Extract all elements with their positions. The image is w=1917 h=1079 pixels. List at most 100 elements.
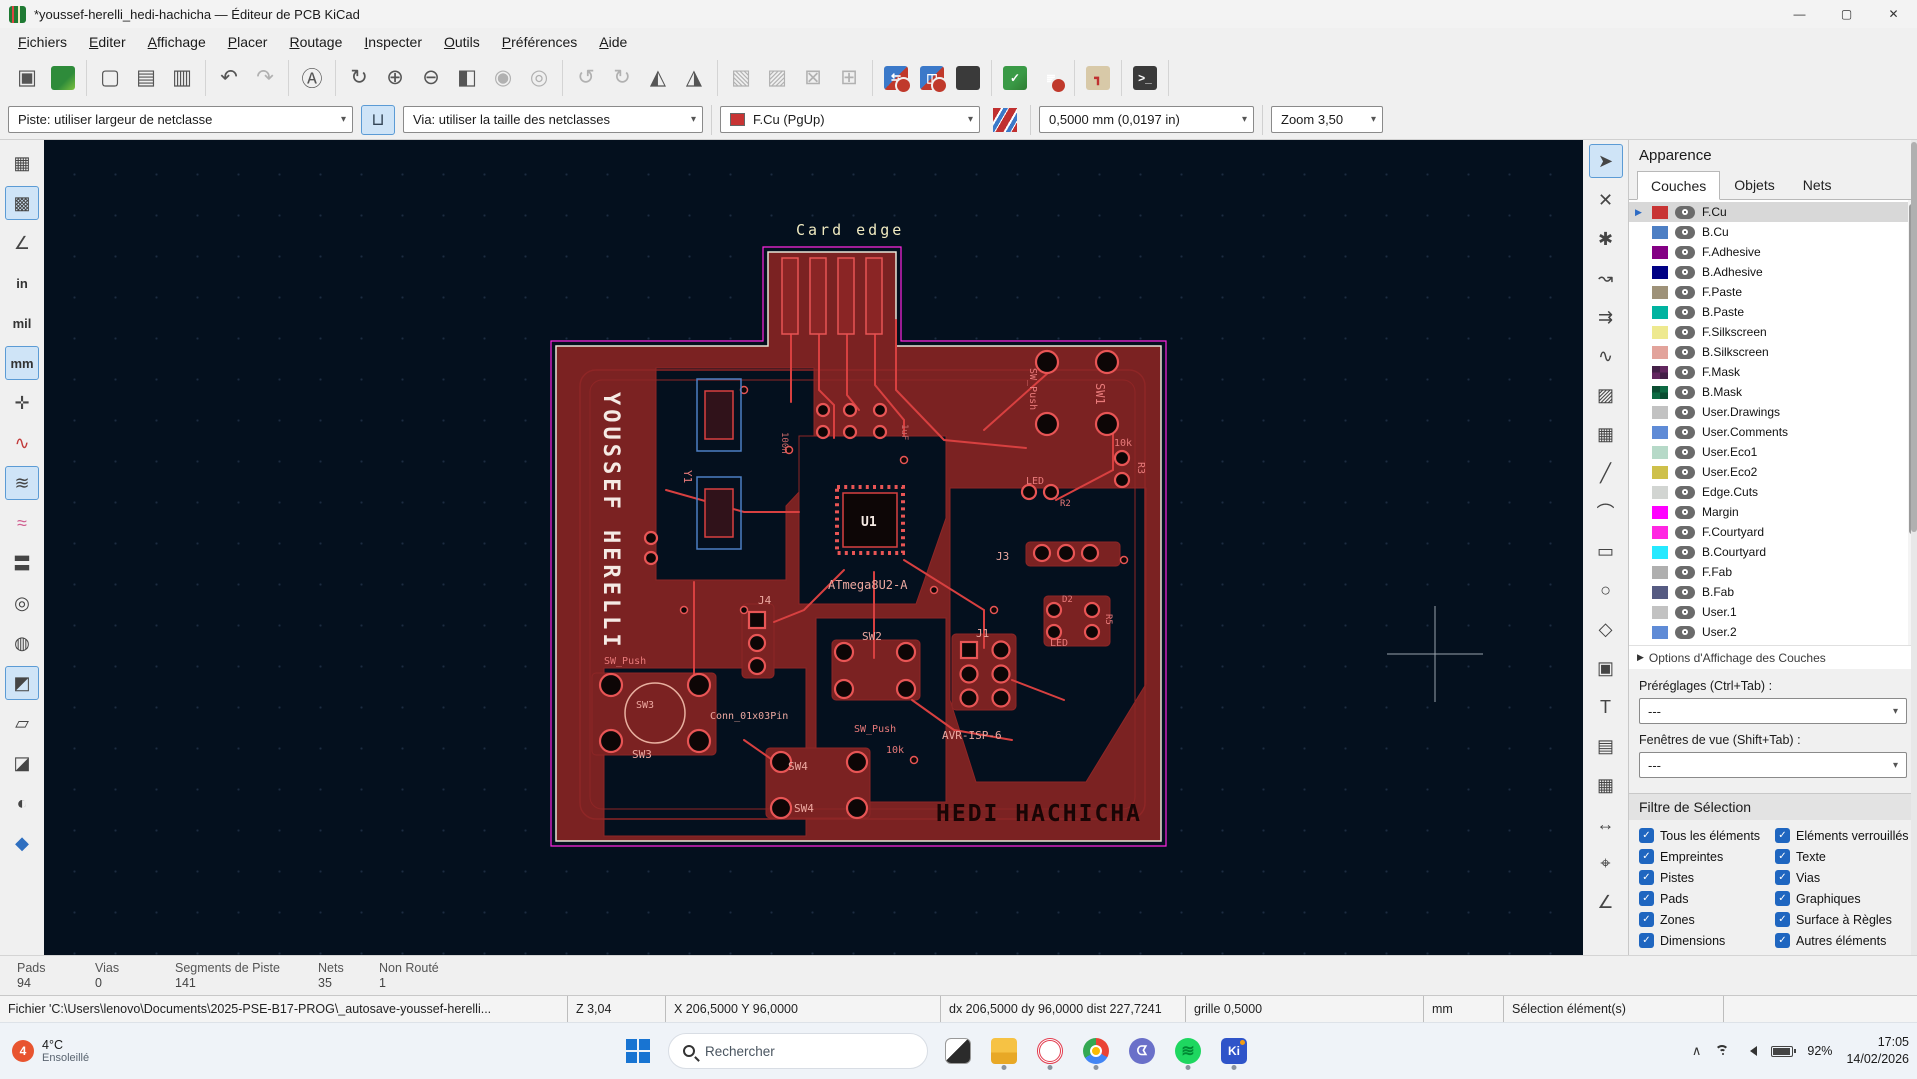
draw-arc-tool[interactable]: ⌒ [1589,495,1623,529]
grid-overrides[interactable]: ▩ [5,186,39,220]
search-input[interactable]: Rechercher [668,1033,928,1069]
flip-horizontal-button[interactable]: ◭ [640,60,676,96]
maximize-button[interactable]: ▢ [1823,0,1870,28]
grid-size-select[interactable]: 0,5000 mm (0,0197 in) ▾ [1039,106,1254,133]
layer-visibility-eye-icon[interactable] [1675,446,1695,459]
sketch-vias[interactable]: ◎ [5,586,39,620]
layer-row-margin[interactable]: ▶Margin [1629,502,1917,522]
taskbar-app-task-view[interactable] [938,1031,978,1071]
layer-color-swatch[interactable] [1652,386,1668,399]
filter-item[interactable]: ✓Vias [1775,870,1917,885]
draw-circle-tool[interactable]: ○ [1589,573,1623,607]
layer-color-swatch[interactable] [1652,526,1668,539]
filter-item[interactable]: ✓Dimensions [1639,933,1775,948]
presets-select[interactable]: --- ▾ [1639,698,1907,724]
layer-row-b.fab[interactable]: ▶B.Fab [1629,582,1917,602]
menu-routage[interactable]: Routage [279,31,352,53]
draw-polygon-tool[interactable]: ◇ [1589,612,1623,646]
draw-line-tool[interactable]: ╱ [1589,456,1623,490]
menu-fichiers[interactable]: Fichiers [8,31,77,53]
find-button[interactable]: Ⓐ [294,60,330,96]
close-button[interactable]: ✕ [1870,0,1917,28]
zone-display-filled[interactable]: ◩ [5,666,39,700]
rotate-cw-button[interactable]: ↻ [604,60,640,96]
layer-visibility-eye-icon[interactable] [1675,526,1695,539]
pcb-canvas[interactable]: Card edgeYOUSSEF HERELLIHEDI HACHICHAU1A… [44,140,1583,955]
layer-color-swatch[interactable] [1652,546,1668,559]
layer-color-swatch[interactable] [1652,206,1668,219]
add-zone-tool[interactable]: ▨ [1589,378,1623,412]
layer-color-swatch[interactable] [1652,606,1668,619]
layer-row-f.cu[interactable]: ▶F.Cu [1629,202,1917,222]
tray-chevron-icon[interactable]: ∧ [1692,1043,1702,1059]
unlock-button[interactable]: ⊞ [831,60,867,96]
select-tool[interactable]: ➤ [1589,144,1623,178]
checkbox-icon[interactable]: ✓ [1639,849,1654,864]
viewports-select[interactable]: --- ▾ [1639,752,1907,778]
layer-row-b.adhesive[interactable]: ▶B.Adhesive [1629,262,1917,282]
checkbox-icon[interactable]: ✓ [1639,870,1654,885]
layer-color-swatch[interactable] [1652,486,1668,499]
checkbox-icon[interactable]: ✓ [1639,828,1654,843]
layer-visibility-eye-icon[interactable] [1675,486,1695,499]
battery-icon[interactable] [1771,1046,1793,1057]
units-mils[interactable]: mil [5,306,39,340]
drc-button[interactable]: ✓ [997,60,1033,96]
crosshair-style[interactable]: ✛ [5,386,39,420]
layer-color-swatch[interactable] [1652,286,1668,299]
layer-row-user.1[interactable]: ▶User.1 [1629,602,1917,622]
layer-visibility-eye-icon[interactable] [1675,426,1695,439]
menu-outils[interactable]: Outils [434,31,490,53]
layer-row-f.mask[interactable]: ▶F.Mask [1629,362,1917,382]
layer-row-f.adhesive[interactable]: ▶F.Adhesive [1629,242,1917,262]
grid-origin-tool[interactable]: ⌖ [1589,846,1623,880]
layer-color-swatch[interactable] [1652,246,1668,259]
flip-board-view[interactable]: ◆ [5,826,39,860]
active-layer-select[interactable]: F.Cu (PgUp) ▾ [720,106,980,133]
taskbar-app-spotify[interactable] [1168,1031,1208,1071]
filter-item[interactable]: ✓Autres éléments [1775,933,1917,948]
windows-start-button[interactable] [618,1031,658,1071]
units-mm[interactable]: mm [5,346,39,380]
layer-visibility-eye-icon[interactable] [1675,246,1695,259]
layer-color-swatch[interactable] [1652,626,1668,639]
wifi-icon[interactable] [1715,1045,1731,1058]
inactive-layer-dim[interactable]: ◐ [5,786,39,820]
via-size-select[interactable]: Via: utiliser la taille des netclasses ▾ [403,106,703,133]
taskbar-app-opera[interactable] [1030,1031,1070,1071]
menu-inspecter[interactable]: Inspecter [354,31,432,53]
layer-color-swatch[interactable] [1652,426,1668,439]
auto-track-width-button[interactable]: ⊔ [361,105,395,135]
layer-row-b.silkscreen[interactable]: ▶B.Silkscreen [1629,342,1917,362]
checkbox-icon[interactable]: ✓ [1639,891,1654,906]
sketch-pads[interactable]: ◍ [5,626,39,660]
net-highlight[interactable]: ≈ [5,506,39,540]
add-table-tool[interactable]: ▦ [1589,768,1623,802]
taskbar-app-file-explorer[interactable] [984,1031,1024,1071]
print-button[interactable]: ▤ [128,60,164,96]
filter-item[interactable]: ✓Eléments verrouillés [1775,828,1917,843]
zoom-fit-page-button[interactable]: ◧ [449,60,485,96]
filter-item[interactable]: ✓Zones [1639,912,1775,927]
layer-row-user.eco2[interactable]: ▶User.Eco2 [1629,462,1917,482]
layer-color-swatch[interactable] [1652,326,1668,339]
sketch-tracks[interactable]: 〓 [5,546,39,580]
volume-icon[interactable] [1745,1046,1757,1056]
checkbox-icon[interactable]: ✓ [1775,870,1790,885]
toggle-grid[interactable]: ▦ [5,146,39,180]
zone-display-outline[interactable]: ▱ [5,706,39,740]
add-dimension-tool[interactable]: ↔ [1589,807,1623,841]
layer-row-edge.cuts[interactable]: ▶Edge.Cuts [1629,482,1917,502]
menu-affichage[interactable]: Affichage [138,31,216,53]
draw-rectangle-tool[interactable]: ▭ [1589,534,1623,568]
add-text-tool[interactable]: T [1589,690,1623,724]
layer-visibility-eye-icon[interactable] [1675,306,1695,319]
checkbox-icon[interactable]: ✓ [1775,891,1790,906]
layer-row-f.courtyard[interactable]: ▶F.Courtyard [1629,522,1917,542]
layer-visibility-eye-icon[interactable] [1675,406,1695,419]
zone-display-fractured[interactable]: ◪ [5,746,39,780]
polar-coordinates[interactable]: ∠ [5,226,39,260]
zoom-select[interactable]: Zoom 3,50 ▾ [1271,106,1383,133]
filter-item[interactable]: ✓Tous les éléments [1639,828,1775,843]
layer-visibility-eye-icon[interactable] [1675,366,1695,379]
